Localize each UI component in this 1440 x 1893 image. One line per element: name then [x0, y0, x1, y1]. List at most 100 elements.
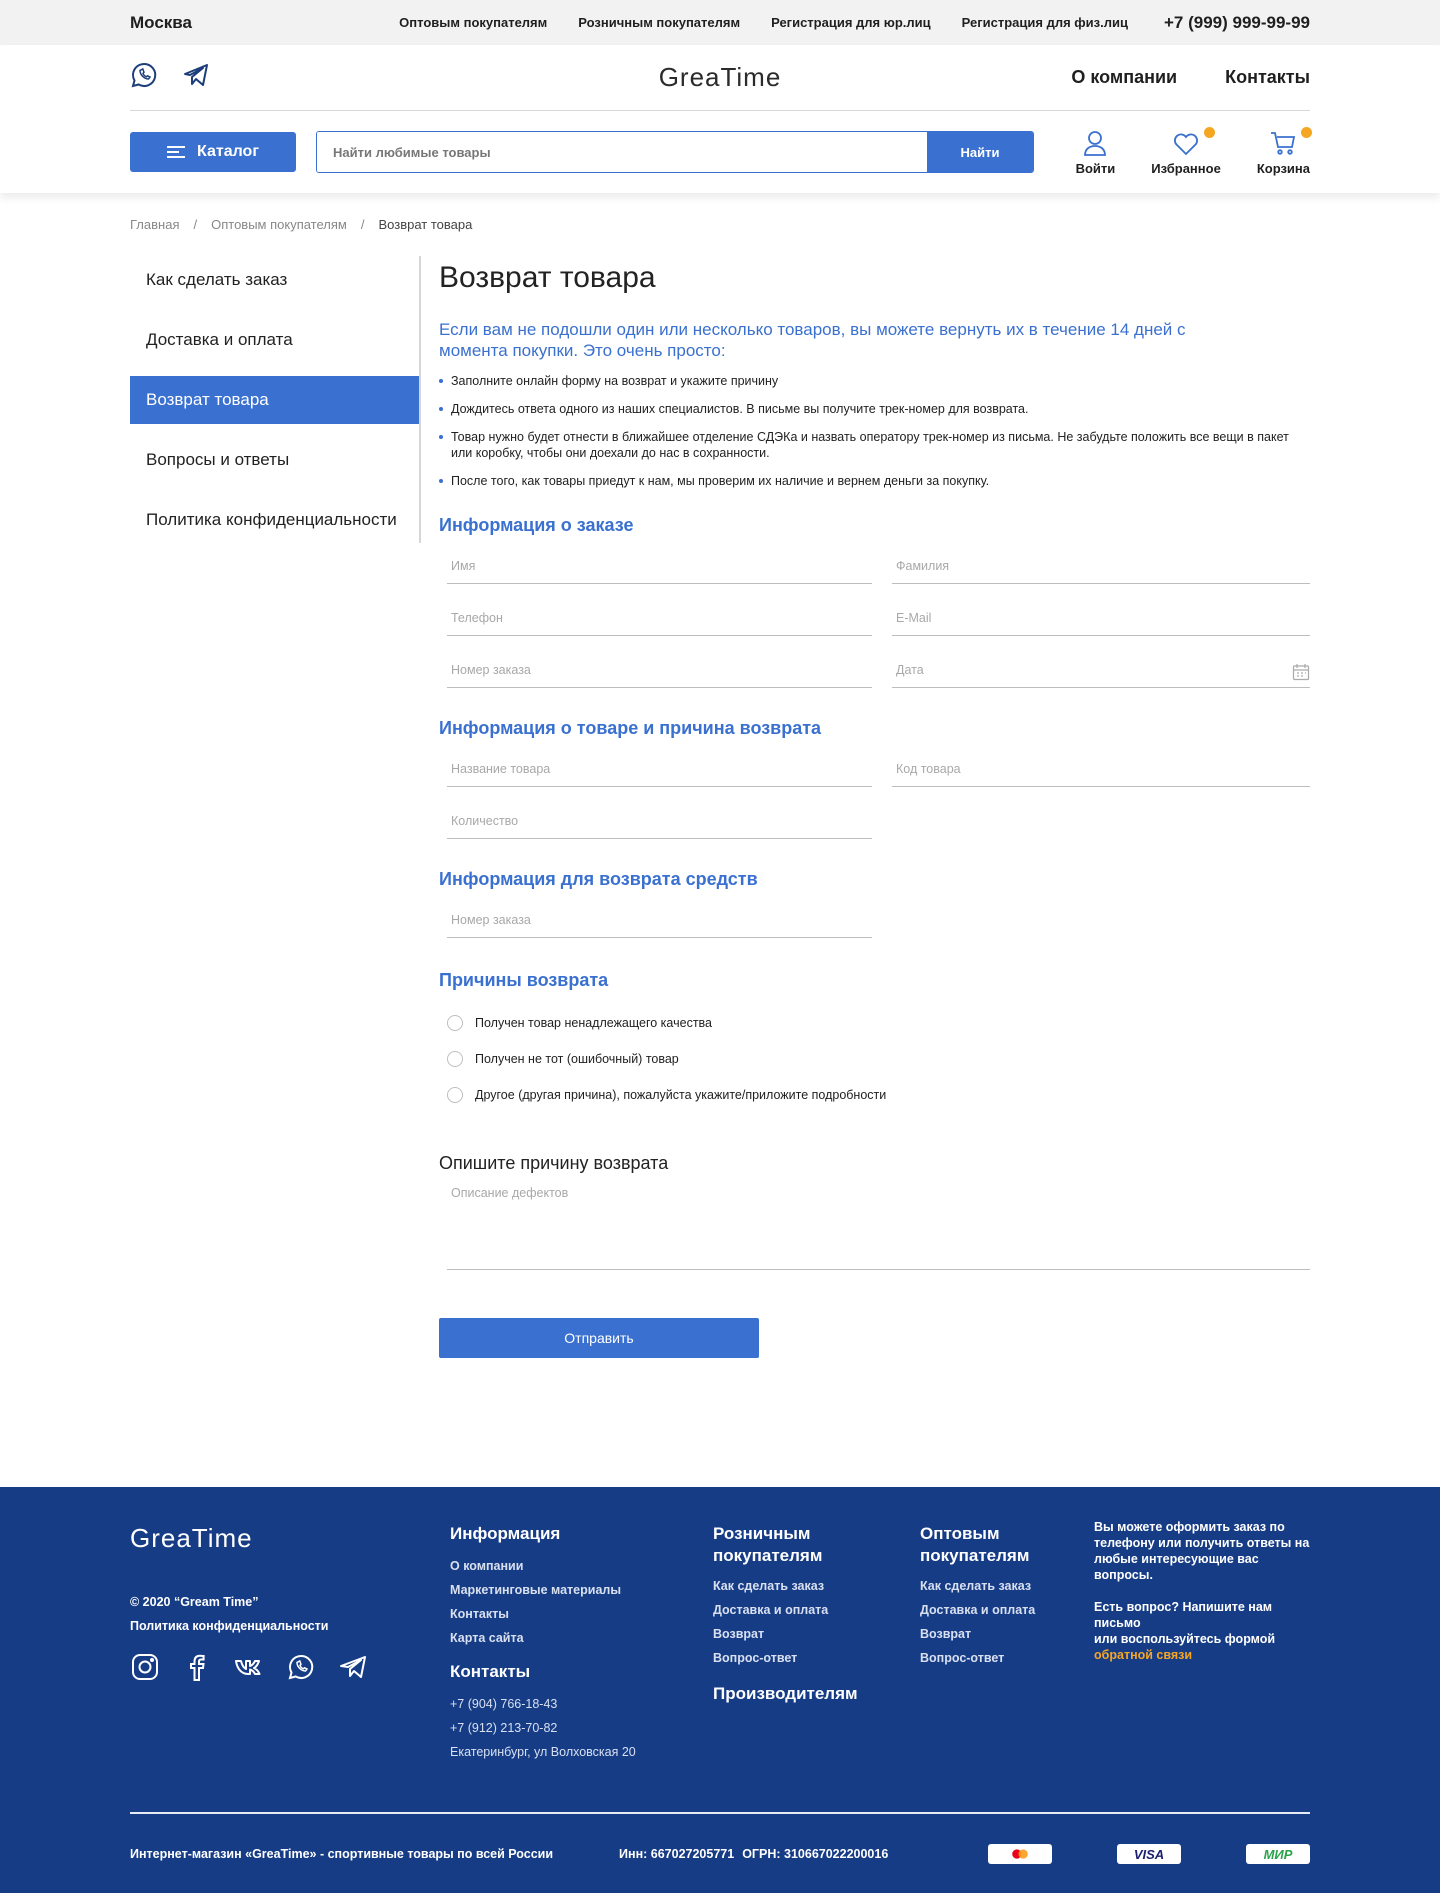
radio-button[interactable] — [447, 1087, 463, 1103]
top-link-retail[interactable]: Розничным покупателям — [578, 15, 740, 30]
sidebar-item-delivery[interactable]: Доставка и оплата — [130, 316, 419, 364]
email-field[interactable] — [892, 611, 1310, 625]
menu-icon — [167, 146, 185, 158]
reason-option-quality[interactable]: Получен товар ненадлежащего качества — [447, 1005, 1310, 1041]
quantity-field[interactable] — [447, 814, 872, 828]
footer-contacts-heading: Контакты — [450, 1662, 531, 1681]
first-name-field[interactable] — [447, 559, 872, 573]
catalog-button[interactable]: Каталог — [130, 132, 296, 172]
vk-icon[interactable] — [234, 1652, 264, 1687]
footer-phone-1[interactable]: +7 (904) 766-18-43 — [450, 1697, 636, 1711]
order-number-field[interactable] — [447, 663, 872, 677]
page-title: Возврат товара — [439, 261, 656, 294]
search-button[interactable]: Найти — [927, 132, 1033, 172]
footer-retail-faq[interactable]: Вопрос-ответ — [713, 1651, 873, 1665]
footer-address: Екатеринбург, ул Волховская 20 — [450, 1745, 636, 1759]
user-icon — [1084, 130, 1107, 156]
instagram-icon[interactable] — [130, 1652, 160, 1687]
steps-list: Заполните онлайн форму на возврат и укаж… — [439, 373, 1289, 489]
footer: GreaTime © 2020 “Gream Time” Политика ко… — [0, 1487, 1440, 1893]
submit-button[interactable]: Отправить — [439, 1318, 759, 1358]
breadcrumb-home[interactable]: Главная — [130, 217, 179, 232]
footer-retail-delivery[interactable]: Доставка и оплата — [713, 1603, 873, 1617]
footer-feedback-link[interactable]: обратной связи — [1094, 1648, 1192, 1662]
cart-icon — [1271, 131, 1296, 155]
nav-about[interactable]: О компании — [1071, 67, 1177, 88]
copyright: © 2020 “Gream Time” — [130, 1595, 259, 1609]
footer-retail-heading: Розничным покупателям — [713, 1524, 823, 1565]
reason-option-wrong-item[interactable]: Получен не тот (ошибочный) товар — [447, 1041, 1310, 1077]
search-bar: Найти — [316, 131, 1034, 173]
date-field[interactable] — [892, 663, 1310, 677]
top-link-register-legal[interactable]: Регистрация для юр.лиц — [771, 15, 931, 30]
whatsapp-icon[interactable] — [130, 61, 158, 94]
reasons-group: Получен товар ненадлежащего качества Пол… — [447, 1005, 1310, 1113]
footer-inn: Инн: 667027205771 — [619, 1847, 735, 1861]
footer-manufacturers-link[interactable]: Производителям — [713, 1683, 873, 1705]
refund-order-number-field[interactable] — [447, 913, 872, 927]
description-heading: Опишите причину возврата — [439, 1153, 669, 1173]
footer-retail-returns[interactable]: Возврат — [713, 1627, 873, 1641]
cart-badge — [1301, 126, 1312, 138]
city-selector[interactable]: Москва — [130, 13, 192, 33]
sidebar-item-faq[interactable]: Вопросы и ответы — [130, 436, 419, 484]
phone-field[interactable] — [447, 611, 872, 625]
sidebar: Как сделать заказ Доставка и оплата Возв… — [130, 256, 421, 543]
top-link-register-individual[interactable]: Регистрация для физ.лиц — [962, 15, 1128, 30]
radio-button[interactable] — [447, 1015, 463, 1031]
mir-icon: МИР — [1246, 1844, 1310, 1864]
cart-button[interactable]: Корзина — [1256, 126, 1312, 176]
visa-icon: VISA — [1117, 1844, 1181, 1864]
telegram-icon[interactable] — [338, 1652, 368, 1687]
reasons-heading: Причины возврата — [439, 970, 609, 990]
sidebar-item-returns[interactable]: Возврат товара — [130, 376, 419, 424]
login-label: Войти — [1075, 160, 1116, 176]
footer-link-sitemap[interactable]: Карта сайта — [450, 1631, 636, 1645]
footer-divider — [130, 1812, 1310, 1814]
footer-ogrn: ОГРН: 310667022200016 — [742, 1847, 889, 1861]
list-item: Заполните онлайн форму на возврат и укаж… — [439, 373, 1289, 389]
whatsapp-icon[interactable] — [286, 1652, 316, 1687]
footer-phone-2[interactable]: +7 (912) 213-70-82 — [450, 1721, 636, 1735]
favorites-label: Избранное — [1151, 160, 1221, 176]
facebook-icon[interactable] — [182, 1652, 212, 1687]
login-button[interactable]: Войти — [1075, 129, 1116, 176]
heart-icon — [1174, 133, 1199, 155]
footer-wholesale-delivery[interactable]: Доставка и оплата — [920, 1603, 1080, 1617]
lead-text: Если вам не подошли один или несколько т… — [439, 320, 1186, 360]
footer-link-marketing[interactable]: Маркетинговые материалы — [450, 1583, 636, 1597]
reason-option-other[interactable]: Другое (другая причина), пожалуйста укаж… — [447, 1077, 1310, 1113]
cart-label: Корзина — [1256, 160, 1310, 176]
top-link-wholesale[interactable]: Оптовым покупателям — [399, 15, 547, 30]
breadcrumb-wholesale[interactable]: Оптовым покупателям — [211, 217, 347, 232]
favorites-badge — [1203, 126, 1215, 138]
list-item: После того, как товары приедут к нам, мы… — [439, 473, 1289, 489]
sidebar-item-privacy[interactable]: Политика конфиденциальности — [130, 496, 419, 544]
footer-feedback-prefix: или воспользуйтесь формой — [1094, 1632, 1276, 1646]
footer-question-text: Есть вопрос? Напишите нам письмо — [1094, 1600, 1273, 1630]
defect-description-field[interactable] — [447, 1186, 1310, 1256]
footer-wholesale-how-to-order[interactable]: Как сделать заказ — [920, 1579, 1080, 1593]
product-name-field[interactable] — [447, 762, 872, 776]
list-item: Товар нужно будет отнести в ближайшее от… — [439, 429, 1289, 461]
footer-retail-how-to-order[interactable]: Как сделать заказ — [713, 1579, 873, 1593]
radio-button[interactable] — [447, 1051, 463, 1067]
telegram-icon[interactable] — [182, 61, 210, 94]
nav-contacts[interactable]: Контакты — [1225, 67, 1310, 88]
logo[interactable]: GreaTime — [659, 62, 782, 93]
search-input[interactable] — [317, 132, 927, 172]
top-phone[interactable]: +7 (999) 999-99-99 — [1164, 13, 1310, 33]
footer-link-about[interactable]: О компании — [450, 1559, 636, 1573]
footer-wholesale-faq[interactable]: Вопрос-ответ — [920, 1651, 1080, 1665]
last-name-field[interactable] — [892, 559, 1310, 573]
footer-link-contacts[interactable]: Контакты — [450, 1607, 636, 1621]
product-code-field[interactable] — [892, 762, 1310, 776]
calendar-icon[interactable] — [1292, 663, 1310, 681]
footer-logo[interactable]: GreaTime — [130, 1523, 368, 1554]
footer-wholesale-returns[interactable]: Возврат — [920, 1627, 1080, 1641]
sidebar-item-how-to-order[interactable]: Как сделать заказ — [130, 256, 419, 304]
top-bar: Москва Оптовым покупателям Розничным пок… — [0, 0, 1440, 45]
footer-privacy-link[interactable]: Политика конфиденциальности — [130, 1618, 368, 1634]
favorites-button[interactable]: Избранное — [1151, 126, 1221, 176]
top-links: Оптовым покупателям Розничным покупателя… — [399, 15, 1128, 30]
